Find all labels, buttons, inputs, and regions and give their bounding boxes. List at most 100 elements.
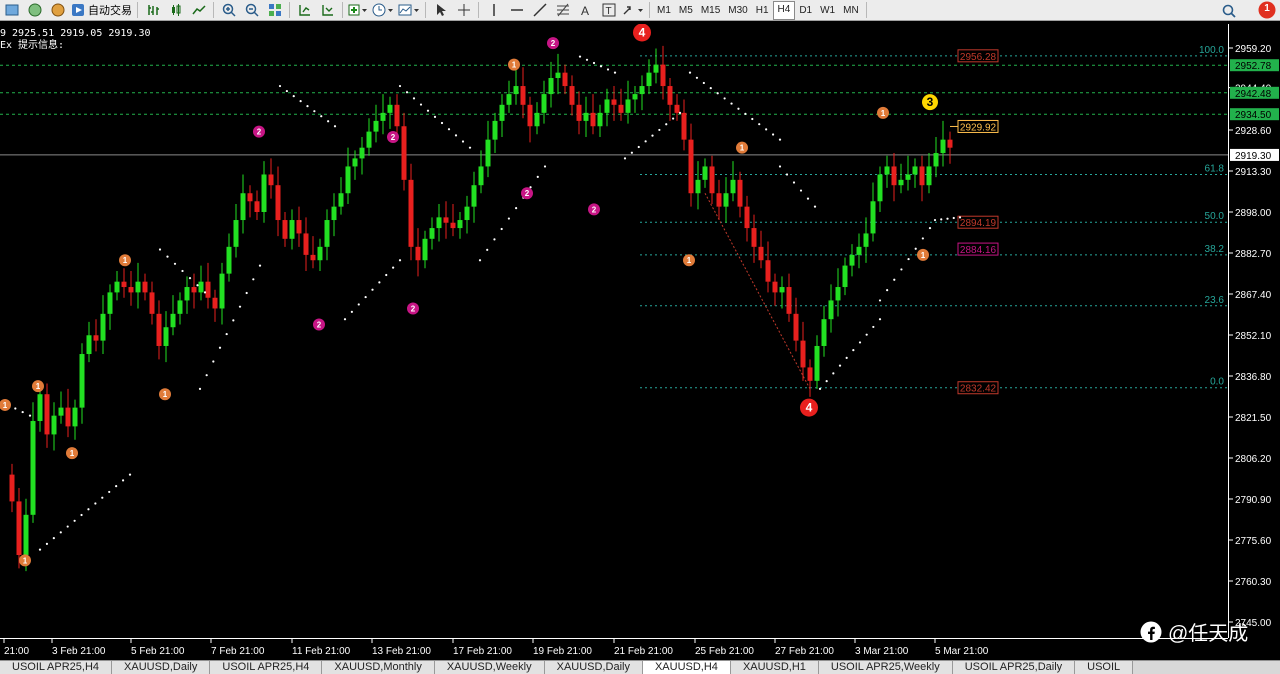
- horizontal-line-icon[interactable]: [507, 1, 526, 20]
- chart-tab[interactable]: XAUUSD,Weekly: [434, 661, 545, 674]
- candle[interactable]: [681, 99, 687, 151]
- candle[interactable]: [891, 153, 897, 202]
- candle[interactable]: [513, 69, 519, 105]
- candle[interactable]: [632, 86, 638, 113]
- candle[interactable]: [520, 67, 526, 119]
- candle[interactable]: [422, 230, 428, 269]
- candle[interactable]: [275, 166, 281, 237]
- candle[interactable]: [548, 61, 554, 108]
- candle[interactable]: [310, 236, 316, 269]
- candle[interactable]: [821, 305, 827, 357]
- candle[interactable]: [296, 206, 302, 247]
- candle[interactable]: [478, 150, 484, 194]
- market-watch-icon[interactable]: [25, 1, 44, 20]
- candle[interactable]: [184, 276, 190, 314]
- autoscroll-icon[interactable]: [318, 1, 337, 20]
- timeframe-mn[interactable]: MN: [839, 2, 863, 19]
- candle[interactable]: [527, 96, 533, 143]
- candle[interactable]: [674, 94, 680, 121]
- candle[interactable]: [835, 268, 841, 317]
- candle[interactable]: [597, 104, 603, 137]
- candle[interactable]: [772, 273, 778, 306]
- chart-tab[interactable]: XAUUSD,Daily: [544, 661, 643, 674]
- candle[interactable]: [331, 193, 337, 237]
- notification-badge[interactable]: 1: [1258, 1, 1276, 19]
- candle[interactable]: [814, 335, 820, 389]
- candle[interactable]: [849, 244, 855, 277]
- candle[interactable]: [576, 91, 582, 135]
- trendline-icon[interactable]: [530, 1, 549, 20]
- candle[interactable]: [226, 233, 232, 282]
- bar-chart-icon[interactable]: [143, 1, 162, 20]
- candle[interactable]: [919, 155, 925, 202]
- candle[interactable]: [723, 177, 729, 223]
- candle[interactable]: [590, 94, 596, 135]
- candle[interactable]: [555, 53, 561, 95]
- candle[interactable]: [261, 161, 267, 223]
- candle[interactable]: [800, 321, 806, 381]
- candle[interactable]: [44, 383, 50, 448]
- candle[interactable]: [240, 174, 246, 234]
- trendline[interactable]: [704, 193, 811, 390]
- timeframe-w1[interactable]: W1: [816, 2, 839, 19]
- candle[interactable]: [541, 80, 547, 124]
- candle[interactable]: [156, 300, 162, 360]
- candle[interactable]: [646, 59, 652, 95]
- candle[interactable]: [933, 136, 939, 178]
- candle[interactable]: [562, 64, 568, 95]
- candle[interactable]: [485, 120, 491, 178]
- candle[interactable]: [359, 136, 365, 175]
- candle[interactable]: [730, 161, 736, 202]
- candle[interactable]: [401, 112, 407, 191]
- candle[interactable]: [464, 195, 470, 234]
- timeframe-m30[interactable]: M30: [724, 2, 751, 19]
- timeframe-m15[interactable]: M15: [697, 2, 724, 19]
- candle[interactable]: [247, 185, 253, 218]
- candle[interactable]: [114, 270, 120, 301]
- chart-tab[interactable]: XAUUSD,Daily: [112, 661, 211, 674]
- candle[interactable]: [884, 155, 890, 188]
- candle[interactable]: [898, 163, 904, 194]
- chart-tab[interactable]: USOIL APR25,H4: [0, 661, 113, 674]
- timeframe-d1[interactable]: D1: [795, 2, 816, 19]
- candle[interactable]: [317, 238, 323, 271]
- candle[interactable]: [534, 102, 540, 135]
- candle[interactable]: [51, 402, 57, 451]
- candle[interactable]: [450, 203, 456, 237]
- candle[interactable]: [765, 241, 771, 293]
- auto-trading-button[interactable]: 自动交易: [71, 1, 132, 20]
- candle[interactable]: [79, 343, 85, 424]
- candle[interactable]: [695, 161, 701, 210]
- chart-tab[interactable]: USOIL APR25,Weekly: [818, 661, 953, 674]
- candle[interactable]: [940, 120, 946, 167]
- candle[interactable]: [366, 118, 372, 156]
- line-chart-icon[interactable]: [189, 1, 208, 20]
- chart-shift-icon[interactable]: [295, 1, 314, 20]
- navigator-icon[interactable]: [48, 1, 67, 20]
- candle[interactable]: [688, 123, 694, 207]
- candle[interactable]: [499, 94, 505, 137]
- candle[interactable]: [870, 182, 876, 242]
- candle[interactable]: [877, 166, 883, 212]
- candle[interactable]: [779, 276, 785, 309]
- candle[interactable]: [65, 388, 71, 438]
- candle[interactable]: [9, 463, 15, 513]
- timeframe-h4[interactable]: H4: [772, 0, 796, 20]
- candle[interactable]: [828, 284, 834, 333]
- candle[interactable]: [93, 319, 99, 352]
- candle[interactable]: [429, 217, 435, 250]
- candle[interactable]: [716, 179, 722, 221]
- candle[interactable]: [149, 281, 155, 325]
- candle[interactable]: [744, 195, 750, 242]
- candle[interactable]: [205, 262, 211, 309]
- candle[interactable]: [177, 292, 183, 325]
- time-axis[interactable]: 21:00 3 Feb 21:00 5 Feb 21:00 7 Feb 21:00 11…: [0, 638, 1228, 660]
- candle[interactable]: [436, 203, 442, 242]
- candle[interactable]: [863, 217, 869, 263]
- indicators-icon[interactable]: [348, 1, 368, 20]
- price-axis[interactable]: 2959.202944.402928.602913.302898.002882.…: [1228, 24, 1280, 638]
- candle[interactable]: [37, 386, 43, 432]
- candle[interactable]: [569, 75, 575, 116]
- candle[interactable]: [387, 96, 393, 129]
- candle[interactable]: [457, 212, 463, 239]
